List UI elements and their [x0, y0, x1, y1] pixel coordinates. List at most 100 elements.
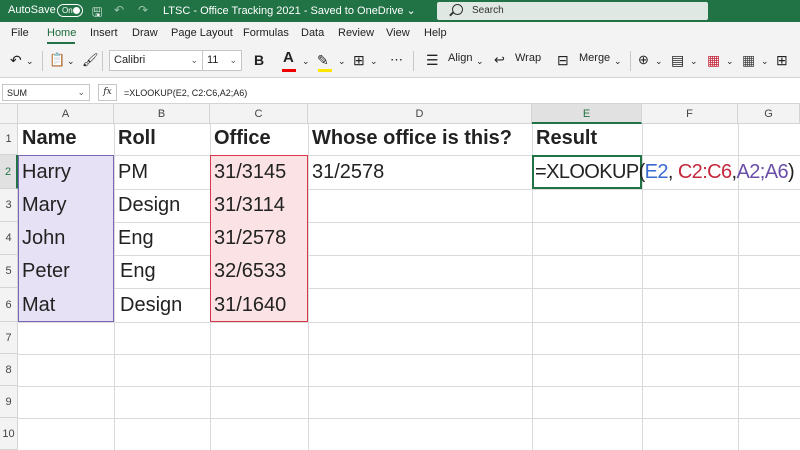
gridline: [308, 124, 309, 450]
search-placeholder: Search: [472, 5, 504, 16]
undo-icon[interactable]: ↶: [10, 52, 22, 69]
cell-b6[interactable]: Design: [120, 294, 182, 317]
column-header-b[interactable]: B: [114, 104, 210, 124]
cell-styles-icon[interactable]: ▦: [742, 52, 755, 69]
row-header-3[interactable]: 3: [0, 189, 18, 222]
column-header-f[interactable]: F: [642, 104, 738, 124]
cell-d2[interactable]: 31/2578: [312, 161, 384, 184]
name-box[interactable]: SUM ⌄: [2, 84, 90, 101]
chevron-down-icon[interactable]: ⌄: [26, 56, 34, 67]
cell-c2[interactable]: 31/3145: [214, 161, 286, 184]
cell-a3[interactable]: Mary: [22, 194, 66, 217]
row-header-5[interactable]: 5: [0, 255, 18, 288]
chevron-down-icon[interactable]: ⌄: [476, 56, 484, 67]
cell-e1[interactable]: Result: [536, 127, 597, 150]
cell-b3[interactable]: Design: [118, 194, 180, 217]
clipboard-icon[interactable]: 📋: [49, 52, 65, 68]
bold-button[interactable]: B: [254, 52, 264, 68]
chevron-down-icon[interactable]: ⌄: [614, 56, 622, 67]
select-all-corner[interactable]: [0, 104, 18, 124]
wrap-button[interactable]: Wrap: [515, 52, 541, 64]
chevron-down-icon[interactable]: ⌄: [726, 56, 734, 67]
format-painter-icon[interactable]: 🖌: [82, 52, 99, 68]
align-icon[interactable]: ☰: [426, 52, 439, 69]
align-button[interactable]: Align: [448, 52, 472, 64]
cell-a1[interactable]: Name: [22, 127, 76, 150]
gridline: [18, 288, 800, 289]
cell-d1[interactable]: Whose office is this?: [312, 127, 512, 150]
cell-e2-formula[interactable]: =XLOOKUP(E2, C2:C6,A2;A6): [535, 161, 795, 184]
tab-draw[interactable]: Draw: [132, 27, 158, 39]
more-icon[interactable]: ⋯: [390, 52, 403, 68]
column-header-c[interactable]: C: [210, 104, 308, 124]
cell-c5[interactable]: 32/6533: [214, 260, 286, 283]
cell-a5[interactable]: Peter: [22, 260, 70, 283]
cell-a2[interactable]: Harry: [22, 161, 71, 184]
insert-function-button[interactable]: fx: [98, 84, 117, 101]
gridline: [18, 418, 800, 419]
gridline: [18, 155, 800, 156]
chevron-down-icon[interactable]: ⌄: [370, 56, 378, 67]
chevron-down-icon[interactable]: ⌄: [690, 56, 698, 67]
document-title[interactable]: LTSC - Office Tracking 2021 - Saved to O…: [163, 4, 416, 17]
search-box[interactable]: Search: [437, 2, 708, 20]
cell-c3[interactable]: 31/3114: [214, 194, 285, 217]
tab-data[interactable]: Data: [301, 27, 324, 39]
borders-icon[interactable]: ⊞: [353, 52, 365, 69]
chevron-down-icon: ⌄: [190, 55, 198, 65]
tab-formulas[interactable]: Formulas: [243, 27, 289, 39]
merge-button[interactable]: Merge: [579, 52, 610, 64]
cell-b2[interactable]: PM: [118, 161, 148, 184]
row-header-2[interactable]: 2: [0, 155, 18, 189]
tab-home[interactable]: Home: [47, 27, 76, 39]
highlight-icon[interactable]: ✎: [317, 52, 329, 69]
tab-help[interactable]: Help: [424, 27, 447, 39]
tab-page-layout[interactable]: Page Layout: [171, 27, 233, 39]
redo-icon[interactable]: ↷: [138, 3, 148, 17]
column-header-g[interactable]: G: [738, 104, 800, 124]
chevron-down-icon[interactable]: ⌄: [302, 56, 310, 67]
wrap-icon[interactable]: ↩: [494, 52, 505, 68]
column-header-a[interactable]: A: [18, 104, 114, 124]
chevron-down-icon[interactable]: ⌄: [655, 56, 663, 67]
cell-a6[interactable]: Mat: [22, 294, 55, 317]
font-name-select[interactable]: Calibri ⌄: [109, 50, 203, 71]
insert-cells-icon[interactable]: ⊞: [776, 52, 788, 69]
cell-b5[interactable]: Eng: [120, 260, 156, 283]
cell-c6[interactable]: 31/1640: [214, 294, 286, 317]
cell-c4[interactable]: 31/2578: [214, 227, 286, 250]
tab-review[interactable]: Review: [338, 27, 374, 39]
gridline: [114, 124, 115, 450]
merge-icon[interactable]: ⊟: [557, 52, 569, 69]
save-icon[interactable]: 🖫: [92, 3, 102, 24]
chevron-down-icon[interactable]: ⌄: [761, 56, 769, 67]
font-color-button[interactable]: A: [283, 49, 294, 66]
font-size-select[interactable]: 11 ⌄: [202, 50, 242, 71]
row-header-8[interactable]: 8: [0, 354, 18, 386]
tab-file[interactable]: File: [11, 27, 29, 39]
row-header-1[interactable]: 1: [0, 124, 18, 155]
table-format-icon[interactable]: ▦: [707, 52, 720, 69]
tab-insert[interactable]: Insert: [90, 27, 118, 39]
row-header-4[interactable]: 4: [0, 222, 18, 255]
undo-icon[interactable]: ↶: [114, 3, 124, 17]
formula-input[interactable]: =XLOOKUP(E2, C2:C6,A2;A6): [124, 88, 247, 98]
row-header-10[interactable]: 10: [0, 418, 18, 450]
row-header-6[interactable]: 6: [0, 288, 18, 322]
chevron-down-icon[interactable]: ⌄: [67, 56, 75, 67]
column-header-d[interactable]: D: [308, 104, 532, 124]
cell-b1[interactable]: Roll: [118, 127, 156, 150]
column-header-e[interactable]: E: [532, 104, 642, 124]
gridline: [18, 354, 800, 355]
row-header-9[interactable]: 9: [0, 386, 18, 418]
autosave-toggle[interactable]: On: [57, 4, 83, 17]
number-format-icon[interactable]: ⊕: [638, 52, 649, 68]
tab-view[interactable]: View: [386, 27, 410, 39]
cell-c1[interactable]: Office: [214, 127, 271, 150]
conditional-format-icon[interactable]: ▤: [671, 52, 684, 69]
divider: [42, 51, 43, 71]
row-header-7[interactable]: 7: [0, 322, 18, 354]
cell-b4[interactable]: Eng: [118, 227, 154, 250]
chevron-down-icon[interactable]: ⌄: [338, 56, 346, 67]
cell-a4[interactable]: John: [22, 227, 65, 250]
